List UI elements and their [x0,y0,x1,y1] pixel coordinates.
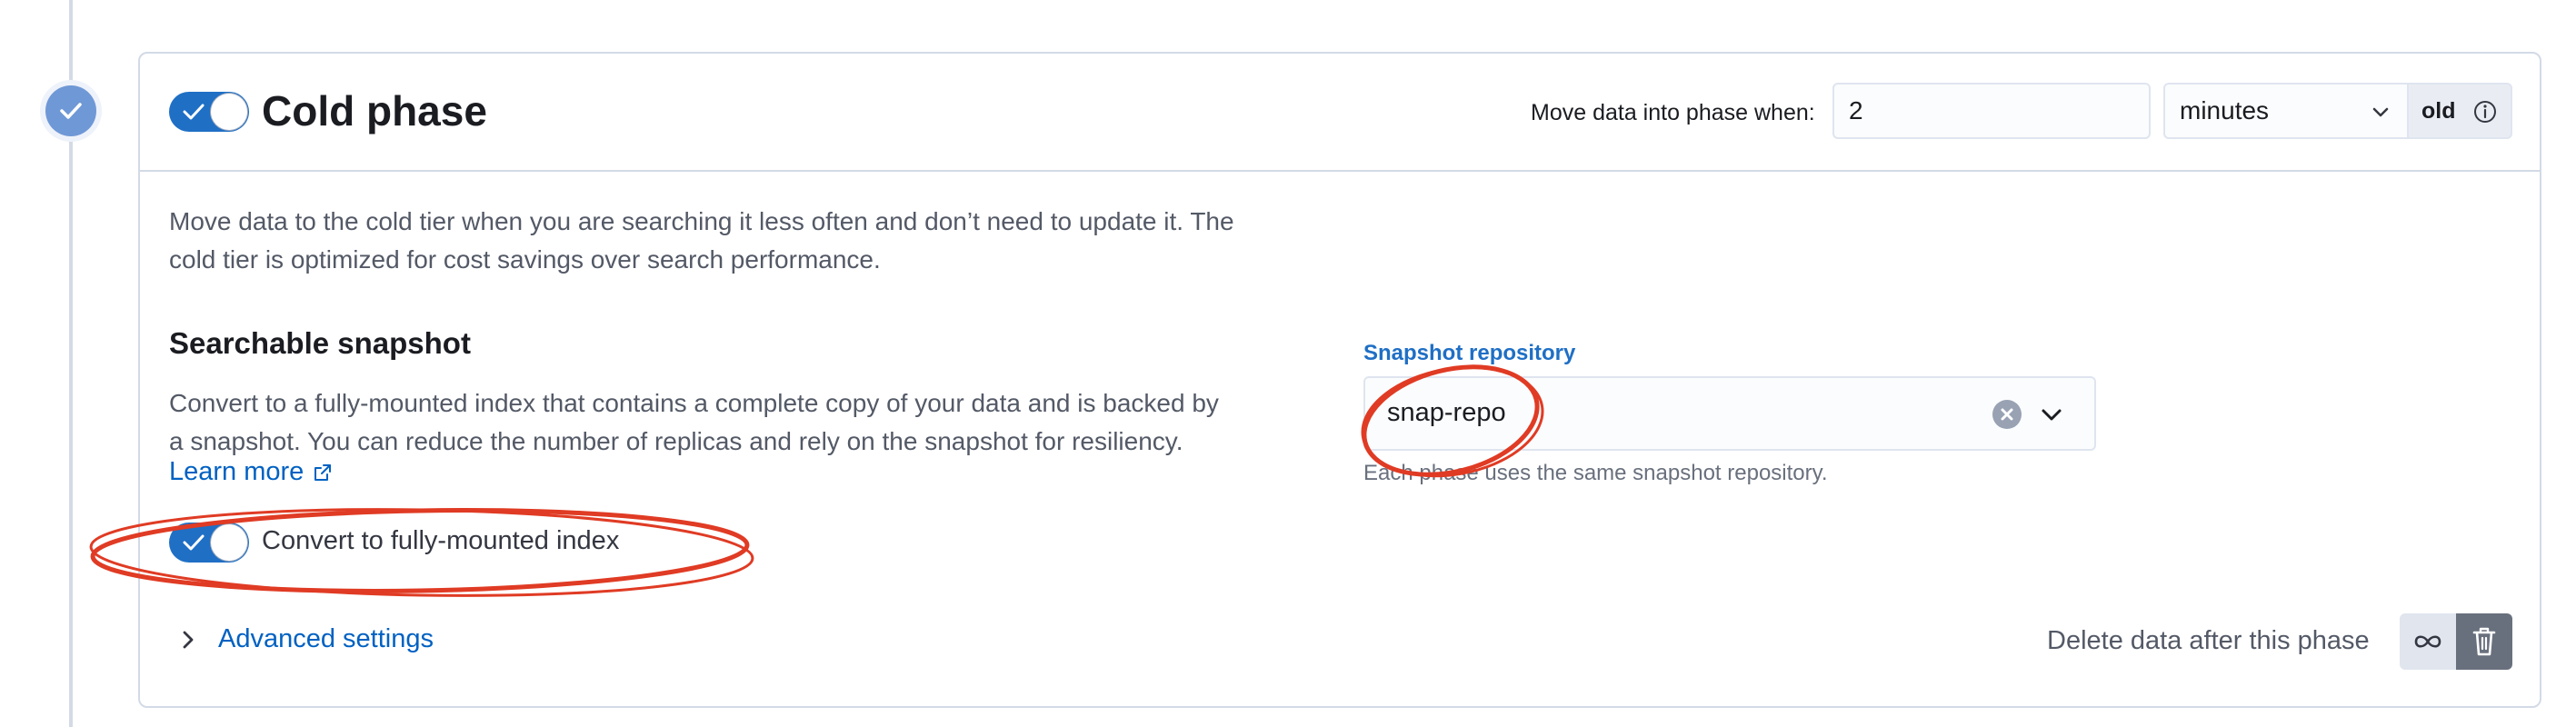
clear-cross [2001,408,2013,421]
ilm-phase-editor: Cold phase Move data into phase when: 2 … [0,0,2576,727]
chevron-right-icon [183,631,194,648]
toggle-knob [211,524,247,561]
chevron-down-icon [2372,107,2389,117]
delete-phase-button[interactable] [2456,613,2512,670]
snapshot-repository-value: snap-repo [1387,398,1506,427]
check-icon [60,103,82,119]
phase-age-value: 2 [1849,96,1863,124]
searchable-snapshot-title: Searchable snapshot [169,326,471,360]
delete-after-phase-label: Delete data after this phase [2047,626,2370,655]
clear-selection-icon[interactable] [1992,400,2022,429]
cold-phase-toggle[interactable] [169,92,249,132]
age-suffix-text: old [2421,97,2456,124]
phase-title: Cold phase [262,87,487,134]
check-icon [183,534,205,551]
learn-more-link[interactable]: Learn more [169,457,333,487]
fully-mounted-label: Convert to fully-mounted index [262,526,620,555]
infinity-icon [2414,635,2441,648]
snapshot-repository-label: Snapshot repository [1363,341,1576,365]
snapshot-description-line: Convert to a fully-mounted index that co… [169,389,1219,417]
age-suffix: old [2407,83,2512,139]
keep-forever-button[interactable] [2400,613,2456,670]
phase-age-unit-select[interactable]: minutes [2163,83,2407,139]
move-data-label: Move data into phase when: [1531,100,1815,125]
external-link-icon [315,463,332,481]
advanced-settings-label: Advanced settings [218,624,434,653]
searchable-snapshot-description: Convert to a fully-mounted index that co… [169,384,1219,461]
phase-header: Cold phase Move data into phase when: 2 … [140,54,2540,172]
chevron-down-icon[interactable] [2038,402,2065,429]
phase-complete-icon [45,85,96,136]
unit-value: minutes [2180,96,2270,124]
check-icon [183,104,205,120]
info-icon[interactable] [2472,99,2498,124]
cold-phase-panel: Cold phase Move data into phase when: 2 … [138,52,2541,708]
phase-description-line: cold tier is optimized for cost savings … [169,245,881,274]
snapshot-description-line: a snapshot. You can reduce the number of… [169,427,1183,455]
phase-age-input[interactable]: 2 [1832,83,2151,139]
trash-icon [2472,627,2496,656]
advanced-settings-toggle[interactable]: Advanced settings [176,624,434,654]
snapshot-repository-combobox[interactable]: snap-repo [1363,376,2096,451]
phase-description: Move data to the cold tier when you are … [169,203,1234,279]
learn-more-label: Learn more [169,457,305,486]
toggle-knob [211,94,247,130]
fully-mounted-toggle[interactable] [169,523,249,563]
phase-description-line: Move data to the cold tier when you are … [169,207,1234,235]
snapshot-repository-help: Each phase uses the same snapshot reposi… [1363,461,1828,485]
